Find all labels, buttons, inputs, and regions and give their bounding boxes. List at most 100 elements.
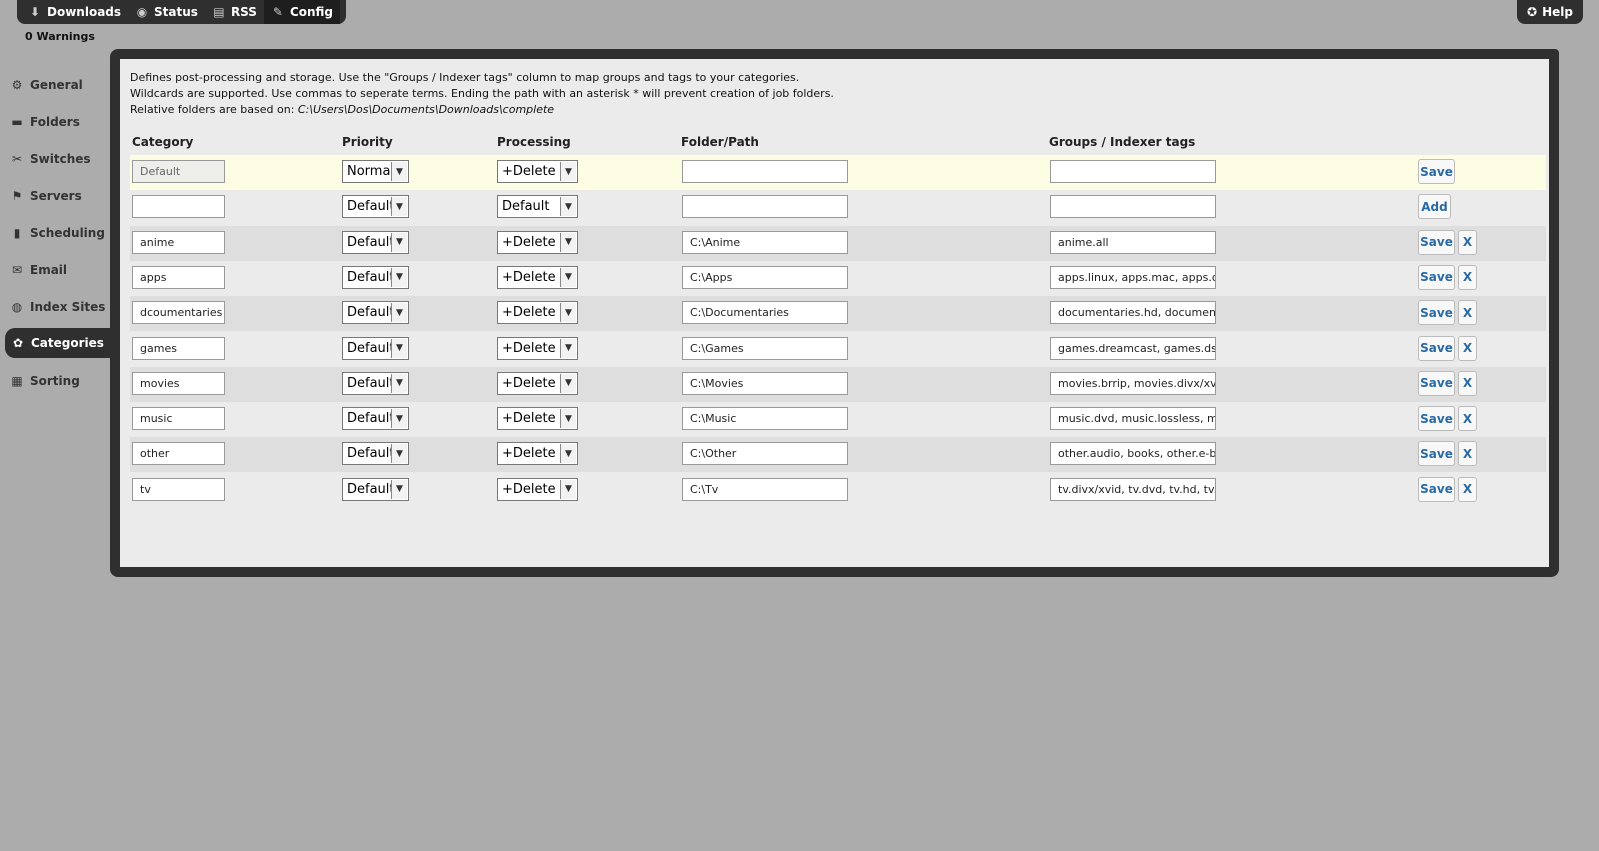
groups-indexer-tags-input[interactable] — [1050, 195, 1216, 219]
delete-category-button[interactable]: X — [1458, 441, 1477, 467]
groups-indexer-tags-input[interactable]: apps.linux, apps.mac, apps.othe — [1050, 265, 1216, 289]
add-category-button[interactable]: Add — [1418, 194, 1451, 220]
processing-select[interactable]: +Delete ▼ — [497, 371, 578, 395]
help-button[interactable]: ✪ Help — [1517, 0, 1583, 24]
sidebar-item-categories[interactable]: ✿ Categories — [5, 328, 110, 358]
processing-select[interactable]: +Delete ▼ — [497, 160, 578, 183]
groups-indexer-tags-input[interactable]: documentaries.hd, documentari — [1050, 301, 1216, 325]
chevron-down-icon[interactable]: ▼ — [391, 267, 407, 287]
save-category-button[interactable]: Save — [1418, 406, 1455, 432]
sidebar-item-email[interactable]: ✉ Email — [0, 251, 110, 288]
folder-path-input[interactable] — [682, 195, 848, 219]
folder-path-input[interactable]: C:\Movies — [682, 371, 848, 395]
save-category-button[interactable]: Save — [1418, 476, 1455, 502]
chevron-down-icon[interactable]: ▼ — [560, 373, 576, 393]
sidebar-item-sorting[interactable]: ▦ Sorting — [0, 362, 110, 399]
folder-path-input[interactable]: C:\Tv — [682, 477, 848, 501]
warnings-count[interactable]: 0 Warnings — [25, 30, 95, 43]
chevron-down-icon[interactable]: ▼ — [560, 409, 576, 429]
category-name-input[interactable]: movies — [132, 371, 225, 395]
nav-config[interactable]: ✎ Config — [263, 0, 341, 24]
sidebar-item-folders[interactable]: ▬ Folders — [0, 103, 110, 140]
chevron-down-icon[interactable]: ▼ — [560, 444, 576, 464]
delete-category-button[interactable]: X — [1458, 229, 1477, 255]
chevron-down-icon[interactable]: ▼ — [391, 232, 407, 252]
chevron-down-icon[interactable]: ▼ — [391, 338, 407, 358]
chevron-down-icon[interactable]: ▼ — [560, 197, 576, 217]
chevron-down-icon[interactable]: ▼ — [391, 197, 407, 217]
priority-select[interactable]: Default ▼ — [342, 301, 409, 325]
chevron-down-icon[interactable]: ▼ — [560, 338, 576, 358]
sidebar-item-general[interactable]: ⚙ General — [0, 66, 110, 103]
chevron-down-icon[interactable]: ▼ — [391, 303, 407, 323]
save-category-button[interactable]: Save — [1418, 441, 1455, 467]
groups-indexer-tags-input[interactable]: anime.all — [1050, 230, 1216, 254]
priority-select[interactable]: Normal ▼ — [342, 160, 409, 183]
save-category-button[interactable]: Save — [1418, 370, 1455, 396]
priority-select[interactable]: Default ▼ — [342, 407, 409, 431]
category-name-input[interactable]: games — [132, 336, 225, 360]
category-name-input[interactable]: other — [132, 442, 225, 466]
processing-select[interactable]: +Delete ▼ — [497, 230, 578, 254]
priority-select[interactable]: Default ▼ — [342, 265, 409, 289]
chevron-down-icon[interactable]: ▼ — [391, 409, 407, 429]
chevron-down-icon[interactable]: ▼ — [391, 373, 407, 393]
processing-select[interactable]: +Delete ▼ — [497, 407, 578, 431]
folder-path-input[interactable]: C:\Music — [682, 407, 848, 431]
nav-downloads[interactable]: ⬇ Downloads — [21, 0, 128, 24]
save-category-button[interactable]: Save — [1418, 264, 1455, 290]
processing-select[interactable]: +Delete ▼ — [497, 442, 578, 466]
nav-status[interactable]: ◉ Status — [128, 0, 205, 24]
save-category-button[interactable]: Save — [1418, 335, 1455, 361]
priority-select[interactable]: Default ▼ — [342, 336, 409, 360]
priority-select[interactable]: Default ▼ — [342, 442, 409, 466]
folder-path-input[interactable]: C:\Other — [682, 442, 848, 466]
delete-category-button[interactable]: X — [1458, 476, 1477, 502]
save-category-button[interactable]: Save — [1418, 300, 1455, 326]
folder-path-input[interactable]: C:\Anime — [682, 230, 848, 254]
category-name-input[interactable]: anime — [132, 230, 225, 254]
delete-category-button[interactable]: X — [1458, 300, 1477, 326]
groups-indexer-tags-input[interactable]: tv.divx/xvid, tv.dvd, tv.hd, tv. — [1050, 477, 1216, 501]
chevron-down-icon[interactable]: ▼ — [560, 162, 576, 181]
save-category-button[interactable]: Save — [1418, 229, 1455, 255]
save-category-button[interactable]: Save — [1418, 159, 1455, 184]
priority-select[interactable]: Default ▼ — [342, 371, 409, 395]
chevron-down-icon[interactable]: ▼ — [560, 479, 576, 499]
sidebar-item-index-sites[interactable]: ◍ Index Sites — [0, 288, 110, 325]
groups-indexer-tags-input[interactable]: music.dvd, music.lossless, music — [1050, 407, 1216, 431]
processing-select[interactable]: Default ▼ — [497, 195, 578, 219]
folder-path-input[interactable] — [682, 160, 848, 183]
chevron-down-icon[interactable]: ▼ — [391, 479, 407, 499]
category-name-input[interactable]: tv — [132, 477, 225, 501]
sidebar-item-servers[interactable]: ⚑ Servers — [0, 177, 110, 214]
category-name-input[interactable]: apps — [132, 265, 225, 289]
sidebar-item-switches[interactable]: ✂ Switches — [0, 140, 110, 177]
delete-category-button[interactable]: X — [1458, 335, 1477, 361]
chevron-down-icon[interactable]: ▼ — [560, 267, 576, 287]
chevron-down-icon[interactable]: ▼ — [560, 232, 576, 252]
chevron-down-icon[interactable]: ▼ — [560, 303, 576, 323]
folder-path-input[interactable]: C:\Documentaries — [682, 301, 848, 325]
processing-select[interactable]: +Delete ▼ — [497, 336, 578, 360]
priority-select[interactable]: Default ▼ — [342, 477, 409, 501]
folder-path-input[interactable]: C:\Apps — [682, 265, 848, 289]
folder-path-input[interactable]: C:\Games — [682, 336, 848, 360]
groups-indexer-tags-input[interactable]: movies.brrip, movies.divx/xvid, — [1050, 371, 1216, 395]
chevron-down-icon[interactable]: ▼ — [391, 444, 407, 464]
category-name-input[interactable] — [132, 195, 225, 219]
groups-indexer-tags-input[interactable]: other.audio, books, other.e-boo — [1050, 442, 1216, 466]
processing-select[interactable]: +Delete ▼ — [497, 477, 578, 501]
priority-select[interactable]: Default ▼ — [342, 195, 409, 219]
groups-indexer-tags-input[interactable]: games.dreamcast, games.ds, ga — [1050, 336, 1216, 360]
processing-select[interactable]: +Delete ▼ — [497, 265, 578, 289]
groups-indexer-tags-input[interactable] — [1050, 160, 1216, 183]
nav-rss[interactable]: ▤ RSS — [205, 0, 264, 24]
sidebar-item-scheduling[interactable]: ▮ Scheduling — [0, 214, 110, 251]
delete-category-button[interactable]: X — [1458, 370, 1477, 396]
delete-category-button[interactable]: X — [1458, 264, 1477, 290]
processing-select[interactable]: +Delete ▼ — [497, 301, 578, 325]
priority-select[interactable]: Default ▼ — [342, 230, 409, 254]
category-name-input[interactable]: dcoumentaries — [132, 301, 225, 325]
category-name-input[interactable]: music — [132, 407, 225, 431]
